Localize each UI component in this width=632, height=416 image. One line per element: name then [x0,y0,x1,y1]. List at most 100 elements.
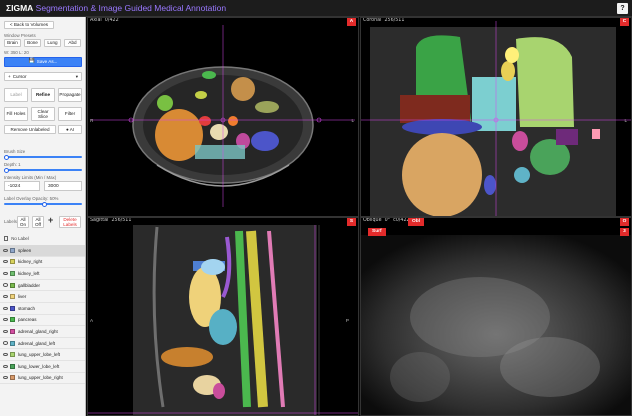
axial-badge[interactable]: A [347,18,356,26]
ai-button[interactable]: ● AI [58,125,82,134]
label-name: lung_lower_lobe_left [18,363,60,369]
label-name: pancreas [18,317,37,323]
label-tool-button[interactable]: Label [4,88,28,102]
label-row-gallbladder[interactable]: gallbladder [0,280,85,292]
tool-select-value: Cursor [12,73,27,79]
oblique-obl-button[interactable]: Obl [408,218,424,226]
preset-abd-button[interactable]: Abd [64,39,81,47]
brush-size-slider-thumb[interactable] [4,154,9,160]
axial-orientation-left: R [90,118,94,123]
depth-slider[interactable] [4,167,82,173]
preset-brain-button[interactable]: Brain [4,39,21,47]
save-as-button[interactable]: 💾 Save As... [4,57,82,67]
label-row-liver[interactable]: liver [0,291,85,303]
eye-icon[interactable] [3,376,8,380]
coronal-orientation-right: L [624,118,627,123]
coronal-slice-readout: 256/511 [384,18,405,23]
label-list: spleen kidney_right kidney_left gallblad… [0,245,85,385]
preset-bone-button[interactable]: Bone [24,39,41,47]
eye-icon[interactable] [3,295,8,299]
app-title-text: Segmentation & Image Guided Medical Anno… [35,3,227,13]
oblique-badge[interactable]: O [620,218,629,226]
coronal-viewport[interactable]: Coronal 256/511 C L [360,17,632,217]
eye-icon[interactable] [3,248,8,252]
refine-tool-button[interactable]: Refine [31,88,55,102]
label-row-pancreas[interactable]: pancreas [0,315,85,327]
sagittal-viewport[interactable]: Sagittal 256/511 S A P [87,217,359,416]
depth-slider-thumb[interactable] [4,167,9,173]
label-row-adrenal-gland-left[interactable]: adrenal_gland_left [0,338,85,350]
eye-icon[interactable] [3,364,8,368]
document-icon [4,236,8,241]
label-swatch [10,375,15,381]
axial-view-label: Axial 0/422 [90,18,119,23]
intensity-max-input[interactable]: 3000 [44,181,82,191]
label-name: kidney_right [18,259,43,265]
coronal-view-name: Coronal [363,18,382,23]
oblique-3d-badge[interactable]: 3 [620,228,629,236]
overlay-opacity-slider[interactable] [4,201,82,207]
coronal-view-label: Coronal 256/511 [363,18,404,23]
label-row-lung-upper-lobe-left[interactable]: lung_upper_lobe_left [0,349,85,361]
sagittal-view-label: Sagittal 256/511 [90,218,131,223]
label-row-lung-upper-lobe-right[interactable]: lung_upper_lobe_right [0,373,85,385]
label-swatch [10,363,15,369]
back-to-volumes-button[interactable]: < Back to Volumes [4,21,54,29]
no-label-item[interactable]: No Label [4,236,29,241]
label-swatch [10,294,15,300]
remove-unlabeled-button[interactable]: Remove Unlabeled [4,125,56,134]
add-label-icon[interactable]: + [48,215,53,225]
delete-labels-button[interactable]: Delete Labels [59,216,81,228]
intensity-min-input[interactable]: -1024 [4,181,40,191]
oblique-viewport[interactable]: Oblique 0° c0/422 Obl Surf O 3 [360,217,632,416]
intensity-limits-label: Intensity Limits (Min / Max) [4,175,57,180]
help-button[interactable]: ? [617,3,628,14]
sagittal-slice-readout: 256/511 [111,218,132,223]
label-row-stomach[interactable]: stomach [0,303,85,315]
eye-icon[interactable] [3,341,8,345]
label-row-lung-lower-lobe-left[interactable]: lung_lower_lobe_left [0,361,85,373]
axial-view-name: Axial [90,18,102,23]
fill-holes-button[interactable]: Fill Holes [4,107,28,121]
eye-icon[interactable] [3,271,8,276]
sagittal-badge[interactable]: S [347,218,356,226]
label-row-kidney-right[interactable]: kidney_right [0,257,85,269]
overlay-opacity-slider-thumb[interactable] [42,201,47,207]
save-as-label: Save As... [36,59,58,65]
label-swatch [10,270,15,276]
axial-viewport[interactable]: Axial 0/422 A R L [87,17,359,217]
coronal-badge[interactable]: C [620,18,629,26]
cursor-icon: + [8,73,11,79]
propagate-tool-button[interactable]: Propagate [58,88,82,102]
eye-icon[interactable] [3,318,8,322]
oblique-angle-readout: 0° [384,218,391,223]
no-label-text: No Label [11,236,29,241]
overlay-opacity-label: Label Overlay Opacity: 50% [4,196,59,201]
label-name: stomach [18,305,36,311]
clear-slice-button[interactable]: Clear Slice [31,107,55,121]
brush-size-slider[interactable] [4,154,82,160]
preset-lung-button[interactable]: Lung [44,39,61,47]
label-row-kidney-left[interactable]: kidney_left [0,268,85,280]
tool-select[interactable]: + Cursor ▾ [4,72,82,81]
eye-icon[interactable] [3,283,8,287]
label-row-adrenal-gland-right[interactable]: adrenal_gland_right [0,326,85,338]
surface-button[interactable]: Surf [368,228,386,236]
eye-icon[interactable] [3,329,8,334]
window-level-readout: W: 350 L: 20 [4,50,29,55]
eye-icon[interactable] [3,306,8,310]
ai-icon: ● [65,126,69,132]
eye-icon[interactable] [3,353,8,357]
axial-image [91,25,355,207]
app-title-sigma: ΣIGMA [6,3,34,13]
label-name: lung_upper_lobe_left [18,352,61,358]
label-row-spleen[interactable]: spleen [0,245,85,257]
oblique-image [360,235,632,416]
eye-icon[interactable] [3,260,8,264]
window-presets-label: Window Presets [4,33,36,38]
all-off-button[interactable]: All Off [32,216,44,228]
label-swatch [10,259,15,265]
sagittal-view-name: Sagittal [90,218,109,223]
all-on-button[interactable]: All On [17,216,29,228]
filter-button[interactable]: Filter [58,107,82,121]
